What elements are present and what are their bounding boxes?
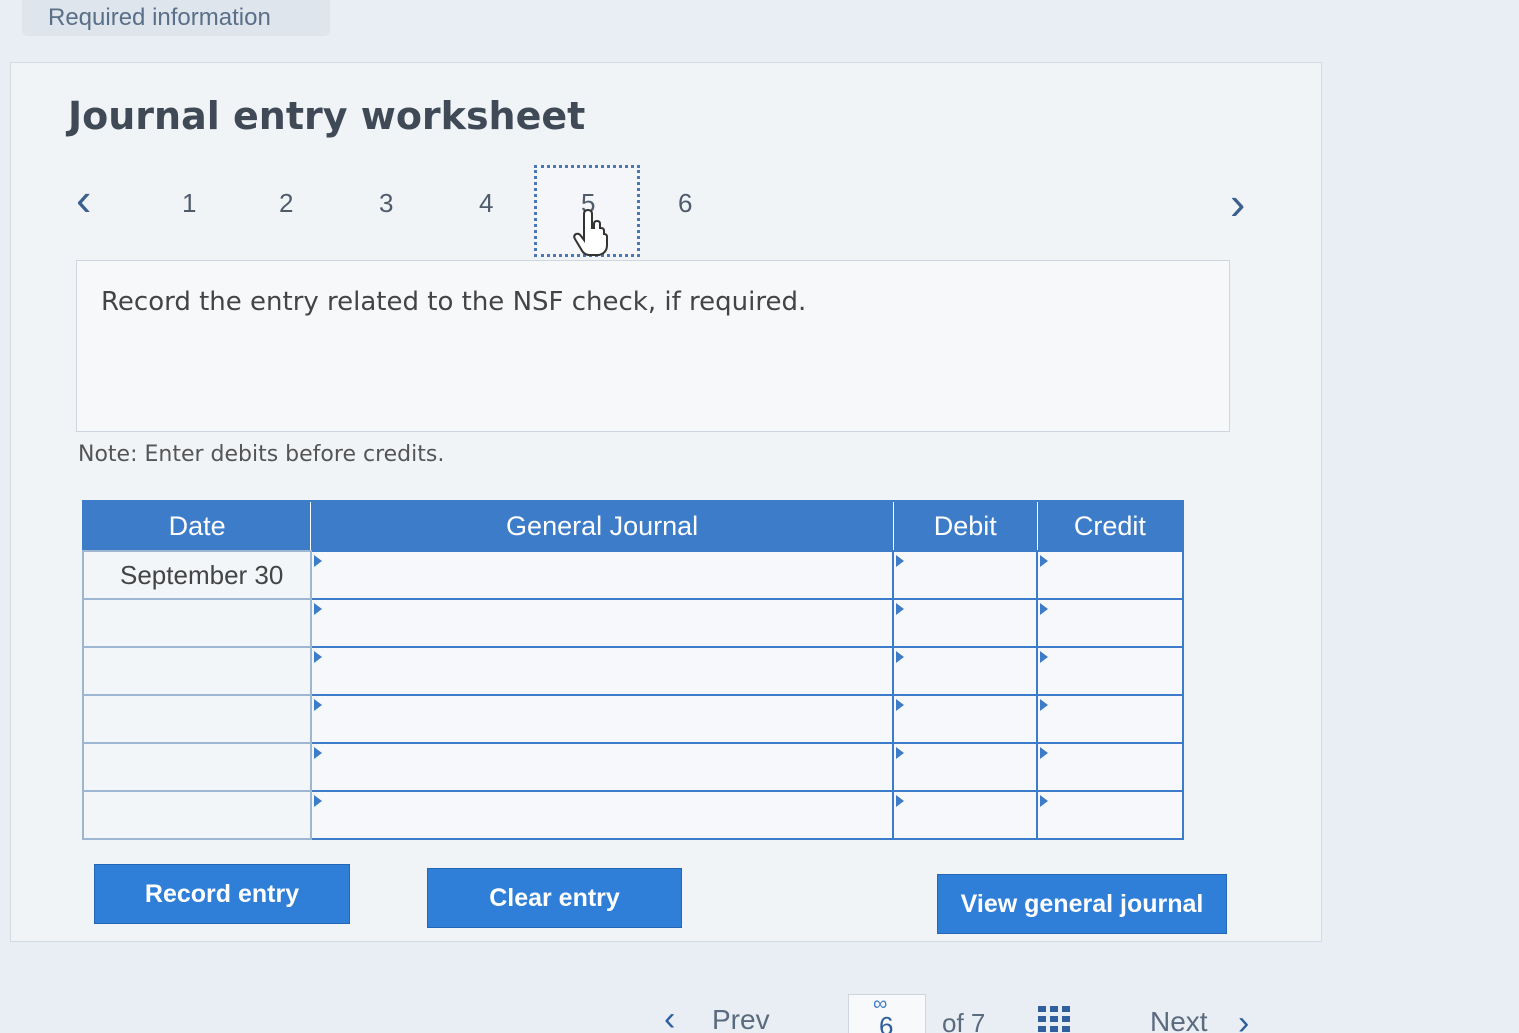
dropdown-marker-icon <box>313 699 322 711</box>
input-marker-icon <box>896 795 905 807</box>
date-cell[interactable] <box>82 742 312 792</box>
input-marker-icon <box>1040 555 1049 567</box>
input-marker-icon <box>1040 603 1049 615</box>
debit-input[interactable] <box>892 598 1039 648</box>
account-input[interactable] <box>309 742 895 792</box>
account-input[interactable] <box>309 550 895 600</box>
credit-input[interactable] <box>1036 598 1184 648</box>
dropdown-marker-icon <box>313 651 322 663</box>
page-title: Journal entry worksheet <box>68 94 586 138</box>
input-marker-icon <box>1040 795 1049 807</box>
debit-input[interactable] <box>892 694 1039 744</box>
debit-input[interactable] <box>892 790 1039 840</box>
current-page-number: 6 <box>879 1011 894 1033</box>
record-entry-button[interactable]: Record entry <box>94 864 350 924</box>
date-cell[interactable] <box>82 790 312 840</box>
input-marker-icon <box>1040 747 1049 759</box>
date-cell[interactable] <box>82 598 312 648</box>
table-header-row: Date General Journal Debit Credit <box>82 500 1184 552</box>
dropdown-marker-icon <box>313 555 322 567</box>
account-input[interactable] <box>309 790 895 840</box>
input-marker-icon <box>1040 699 1049 711</box>
credit-input[interactable] <box>1036 694 1184 744</box>
column-header-debit: Debit <box>892 500 1038 552</box>
account-input[interactable] <box>309 598 895 648</box>
step-4[interactable]: 4 <box>479 188 493 219</box>
dropdown-marker-icon <box>313 747 322 759</box>
date-cell[interactable]: September 30 <box>82 550 312 600</box>
account-input[interactable] <box>309 646 895 696</box>
debit-input[interactable] <box>892 550 1039 600</box>
credit-input[interactable] <box>1036 550 1184 600</box>
chevron-left-icon[interactable]: ‹ <box>76 176 91 222</box>
table-row <box>82 742 1184 792</box>
debit-input[interactable] <box>892 742 1039 792</box>
column-header-date: Date <box>82 500 312 552</box>
page-total: of 7 <box>942 1008 986 1033</box>
chevron-left-icon[interactable]: ‹ <box>664 1000 675 1033</box>
table-row: September 30 <box>82 550 1184 600</box>
date-cell[interactable] <box>82 694 312 744</box>
step-1[interactable]: 1 <box>182 188 196 219</box>
next-button[interactable]: Next <box>1150 1006 1208 1033</box>
step-6[interactable]: 6 <box>678 188 692 219</box>
table-row <box>82 694 1184 744</box>
credit-input[interactable] <box>1036 646 1184 696</box>
chevron-right-icon[interactable]: › <box>1230 180 1245 226</box>
input-marker-icon <box>896 555 905 567</box>
step-3[interactable]: 3 <box>379 188 393 219</box>
required-information-label: Required information <box>48 4 271 31</box>
journal-table: Date General Journal Debit Credit Septem… <box>82 500 1184 840</box>
input-marker-icon <box>1040 651 1049 663</box>
column-header-credit: Credit <box>1036 500 1184 552</box>
debit-input[interactable] <box>892 646 1039 696</box>
account-input[interactable] <box>309 694 895 744</box>
view-general-journal-button[interactable]: View general journal <box>937 874 1227 934</box>
input-marker-icon <box>896 651 905 663</box>
input-marker-icon <box>896 699 905 711</box>
instruction-text: Record the entry related to the NSF chec… <box>101 287 807 317</box>
prev-button[interactable]: Prev <box>712 1004 770 1033</box>
column-header-general-journal: General Journal <box>310 500 894 552</box>
step-2[interactable]: 2 <box>279 188 293 219</box>
table-row <box>82 646 1184 696</box>
input-marker-icon <box>896 603 905 615</box>
required-information-tab[interactable]: Required information <box>22 0 330 36</box>
dropdown-marker-icon <box>313 795 322 807</box>
chevron-right-icon[interactable]: › <box>1238 1004 1249 1033</box>
input-marker-icon <box>896 747 905 759</box>
note-text: Note: Enter debits before credits. <box>78 442 445 467</box>
hand-cursor-icon <box>573 208 608 256</box>
instruction-box: Record the entry related to the NSF chec… <box>76 260 1230 432</box>
table-row <box>82 790 1184 840</box>
date-cell[interactable] <box>82 646 312 696</box>
grid-icon[interactable] <box>1038 1006 1070 1032</box>
clear-entry-button[interactable]: Clear entry <box>427 868 682 928</box>
dropdown-marker-icon <box>313 603 322 615</box>
credit-input[interactable] <box>1036 742 1184 792</box>
page-number-box[interactable]: ∞ 6 <box>848 993 926 1033</box>
table-row <box>82 598 1184 648</box>
credit-input[interactable] <box>1036 790 1184 840</box>
